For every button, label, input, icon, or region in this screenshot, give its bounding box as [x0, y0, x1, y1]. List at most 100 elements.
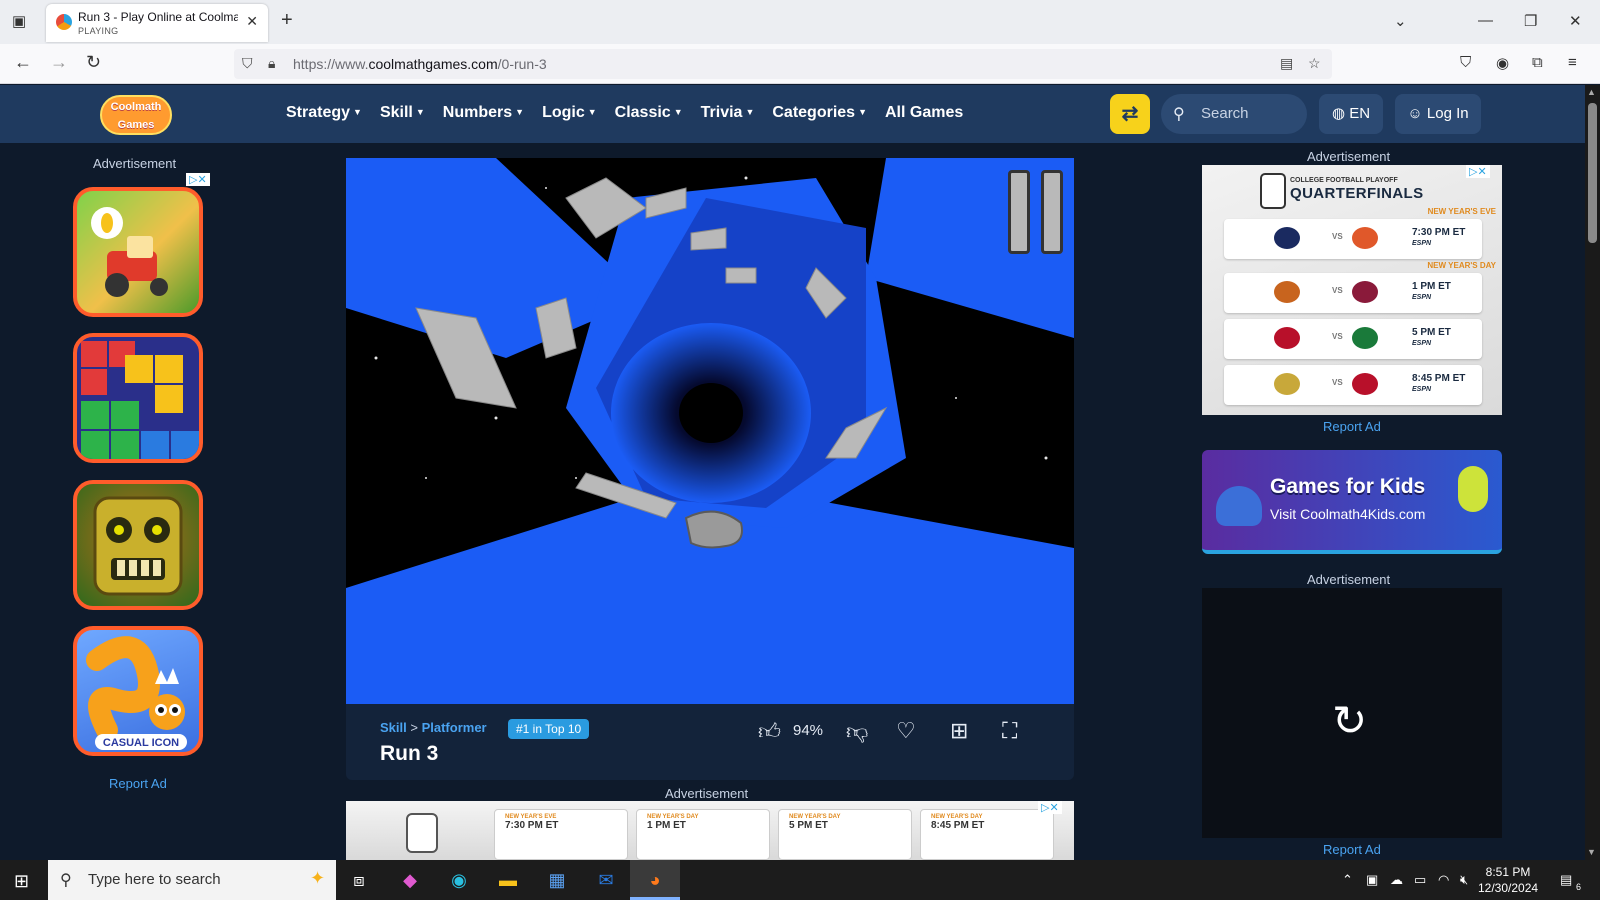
meet-now-icon[interactable]: ▣ — [1366, 872, 1378, 888]
search-icon: ⚲ — [1173, 106, 1185, 123]
wifi-icon[interactable]: ◠ — [1438, 872, 1449, 888]
menu-all-games[interactable]: All Games — [885, 104, 963, 122]
windows-taskbar: ⊞ ⚲ Type here to search ✦ ⧈ ◆ ◉ ▬ ▦ ✉ ◕ … — [0, 860, 1600, 900]
chevron-down-icon: ▼ — [858, 107, 867, 117]
menu-skill[interactable]: Skill ▼ — [380, 104, 425, 122]
scroll-up-icon[interactable]: ▲ — [1587, 87, 1596, 97]
chevron-down-icon: ▼ — [353, 107, 362, 117]
notification-icon[interactable]: ▤ — [1560, 872, 1572, 888]
tab-list-icon[interactable]: ▣ — [12, 12, 26, 30]
breadcrumb-skill-link[interactable]: Skill — [380, 720, 407, 735]
volume-muted-icon[interactable]: 🔇︎ — [1460, 872, 1468, 888]
chevron-down-icon[interactable]: ⌄ — [1394, 12, 1407, 30]
firefox-icon: ◕ — [649, 870, 661, 890]
page-scrollbar[interactable]: ▲ ▼ — [1585, 85, 1600, 860]
search-placeholder: Search — [1201, 105, 1249, 122]
game-title: Run 3 — [380, 742, 439, 765]
back-arrow-icon[interactable]: ← — [14, 52, 32, 73]
thumbs-down-icon[interactable]: 👎︎ — [846, 718, 868, 745]
menu-strategy[interactable]: Strategy ▼ — [286, 104, 362, 122]
ad-tile-snake-game[interactable]: CASUAL ICON — [73, 626, 203, 756]
taskbar-search-input[interactable]: ⚲ Type here to search ✦ — [48, 860, 336, 900]
lock-icon[interactable]: 🔒︎ — [268, 55, 275, 72]
report-ad-link[interactable]: Report Ad — [1323, 842, 1381, 857]
browser-tab-bar: ▣ Run 3 - Play Online at Coolmath Games … — [0, 0, 1600, 44]
close-window-icon[interactable]: ✕ — [1569, 12, 1582, 30]
user-icon: ☺ — [1407, 105, 1423, 122]
bottom-banner-ad[interactable]: NEW YEAR'S EVE 7:30 PM ET NEW YEAR'S DAY… — [346, 801, 1074, 860]
chevron-down-icon: ▼ — [415, 107, 425, 117]
cfp-quarterfinals-ad[interactable]: COLLEGE FOOTBALL PLAYOFF QUARTERFINALS ▷… — [1202, 165, 1502, 415]
copilot-icon[interactable]: ◆ — [395, 866, 425, 894]
replay-icon[interactable]: ↻ — [1332, 696, 1367, 745]
task-view-icon[interactable]: ⧈ — [344, 866, 374, 894]
cloud-icon[interactable]: ☁ — [1390, 872, 1403, 888]
site-search-input[interactable]: ⚲ Search — [1161, 94, 1307, 134]
menu-classic[interactable]: Classic ▼ — [615, 104, 683, 122]
browser-tab-active[interactable]: Run 3 - Play Online at Coolmath Games PL… — [46, 4, 268, 42]
report-ad-link[interactable]: Report Ad — [1323, 419, 1381, 434]
advertisement-label: Advertisement — [1307, 572, 1391, 587]
shield-icon[interactable]: ⛉ — [242, 55, 253, 72]
url-bar[interactable]: ⛉ 🔒︎ https://www.coolmathgames.com/0-run… — [234, 49, 1332, 79]
language-button[interactable]: ◍ EN — [1319, 94, 1383, 134]
windows-start-icon[interactable]: ⊞ — [14, 871, 29, 892]
restore-icon[interactable]: ❐ — [1524, 12, 1537, 30]
pocket-icon[interactable]: ⛉ — [1460, 54, 1471, 71]
battery-icon[interactable]: ▭ — [1414, 872, 1426, 888]
report-ad-link[interactable]: Report Ad — [109, 776, 167, 791]
globe-icon: ◍ — [1331, 105, 1346, 122]
ad-tile-farm-game[interactable] — [73, 187, 203, 317]
casual-icon-text: CASUAL ICON — [103, 737, 179, 749]
pause-bar-left[interactable] — [1008, 170, 1030, 254]
file-explorer-icon[interactable]: ▬ — [493, 866, 523, 894]
random-game-shuffle-button[interactable]: ⇄ — [1110, 94, 1150, 134]
reader-view-icon[interactable]: ▤ — [1280, 55, 1293, 72]
adchoices-icon[interactable]: ▷✕ — [1466, 165, 1490, 178]
thumbs-up-icon[interactable]: 👍︎ — [758, 718, 781, 745]
coolmath4kids-ad[interactable]: Games for Kids Visit Coolmath4Kids.com — [1202, 450, 1502, 554]
forward-arrow-icon[interactable]: → — [50, 52, 68, 73]
menu-hamburger-icon[interactable]: ≡ — [1568, 54, 1577, 71]
adchoices-icon[interactable]: ▷✕ — [1038, 801, 1062, 814]
menu-numbers[interactable]: Numbers ▼ — [443, 104, 524, 122]
extensions-icon[interactable]: ⧉ — [1532, 54, 1543, 71]
adchoices-icon[interactable]: ▷✕ — [186, 173, 210, 186]
ad-tile-temple-run[interactable] — [73, 480, 203, 610]
bookmark-star-icon[interactable]: ☆ — [1308, 55, 1321, 72]
heart-favorite-icon[interactable]: ♡ — [896, 718, 916, 744]
reload-icon[interactable]: ↻ — [86, 52, 101, 73]
block-puzzle-icon — [81, 341, 199, 459]
scroll-thumb[interactable] — [1588, 103, 1597, 243]
menu-categories[interactable]: Categories ▼ — [772, 104, 867, 122]
chevron-down-icon: ▼ — [515, 107, 525, 117]
firefox-taskbar-button[interactable]: ◕ — [630, 860, 680, 900]
scroll-down-icon[interactable]: ▼ — [1587, 847, 1596, 857]
account-icon[interactable]: ◉ — [1496, 54, 1509, 72]
ad-tile-block-puzzle[interactable] — [73, 333, 203, 463]
advertisement-label: Advertisement — [665, 786, 749, 801]
microsoft-store-icon[interactable]: ▦ — [542, 866, 572, 894]
add-to-playlist-icon[interactable]: ⊞ — [950, 718, 968, 744]
edge-browser-icon[interactable]: ◉ — [444, 866, 474, 894]
game-canvas[interactable] — [346, 158, 1074, 704]
rank-badge[interactable]: #1 in Top 10 — [508, 719, 590, 739]
tractor-icon — [91, 207, 168, 297]
login-button[interactable]: ☺ Log In — [1395, 94, 1481, 134]
minimize-icon[interactable]: — — [1478, 12, 1493, 29]
chevron-up-icon[interactable]: ⌃ — [1342, 872, 1353, 888]
close-tab-icon[interactable]: ✕ — [246, 13, 258, 30]
ad-game-card: NEW YEAR'S DAY 5 PM ET — [778, 809, 912, 860]
pause-bar-right[interactable] — [1041, 170, 1063, 254]
new-tab-icon[interactable]: + — [281, 9, 293, 32]
coolmath-logo[interactable]: Coolmath Games — [100, 95, 172, 135]
video-ad-player[interactable]: ↻ — [1202, 588, 1502, 838]
breadcrumb-platformer-link[interactable]: Platformer — [422, 720, 487, 735]
menu-trivia[interactable]: Trivia ▼ — [701, 104, 755, 122]
url-text[interactable]: https://www.coolmathgames.com/0-run-3 — [293, 56, 547, 72]
fullscreen-icon[interactable]: ⛶ — [1002, 718, 1017, 744]
outlook-icon[interactable]: ✉ — [591, 866, 621, 894]
menu-logic[interactable]: Logic ▼ — [542, 104, 597, 122]
system-clock[interactable]: 8:51 PM 12/30/2024 — [1478, 864, 1538, 896]
cfp-logo-icon — [1260, 173, 1286, 209]
